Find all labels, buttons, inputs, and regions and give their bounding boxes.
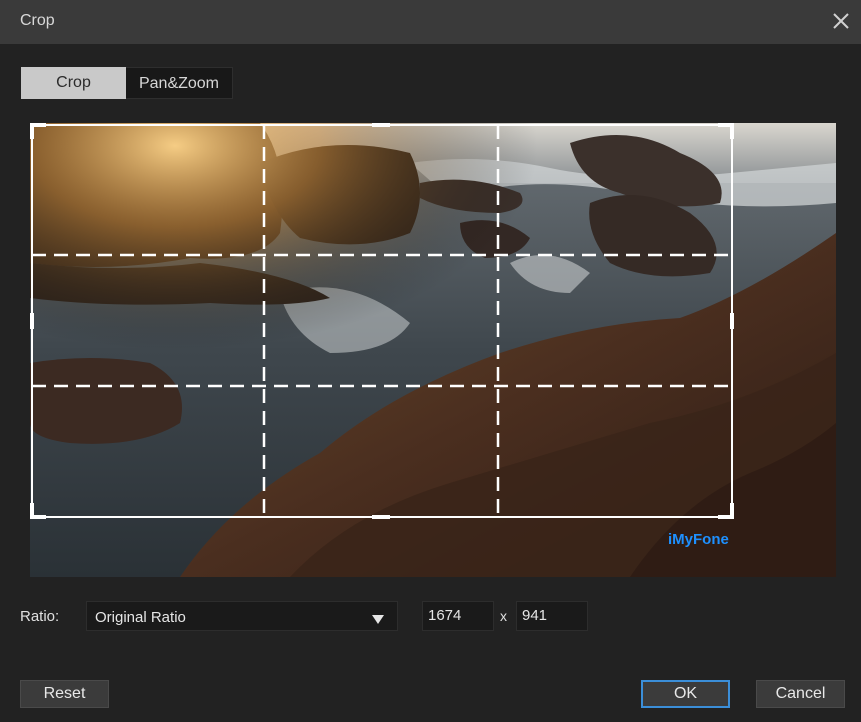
ratio-select[interactable]: Original Ratio (86, 601, 398, 631)
ratio-selected-value: Original Ratio (95, 609, 186, 626)
tab-bar: Crop Pan&Zoom (21, 67, 233, 99)
title-bar: Crop (0, 0, 861, 44)
dimension-separator: x (500, 608, 507, 624)
tab-pan-zoom[interactable]: Pan&Zoom (126, 67, 233, 99)
height-input[interactable]: 941 (516, 601, 588, 631)
cancel-button[interactable]: Cancel (756, 680, 845, 708)
watermark-logo: iMyFone (668, 531, 729, 548)
video-preview[interactable] (30, 123, 836, 577)
ratio-label: Ratio: (20, 608, 60, 625)
triangle-down-icon (372, 612, 384, 624)
tab-crop[interactable]: Crop (21, 67, 126, 99)
ok-button[interactable]: OK (641, 680, 730, 708)
width-input[interactable]: 1674 (422, 601, 494, 631)
reset-button[interactable]: Reset (20, 680, 109, 708)
close-icon[interactable] (829, 9, 853, 33)
dialog-title: Crop (20, 12, 55, 29)
